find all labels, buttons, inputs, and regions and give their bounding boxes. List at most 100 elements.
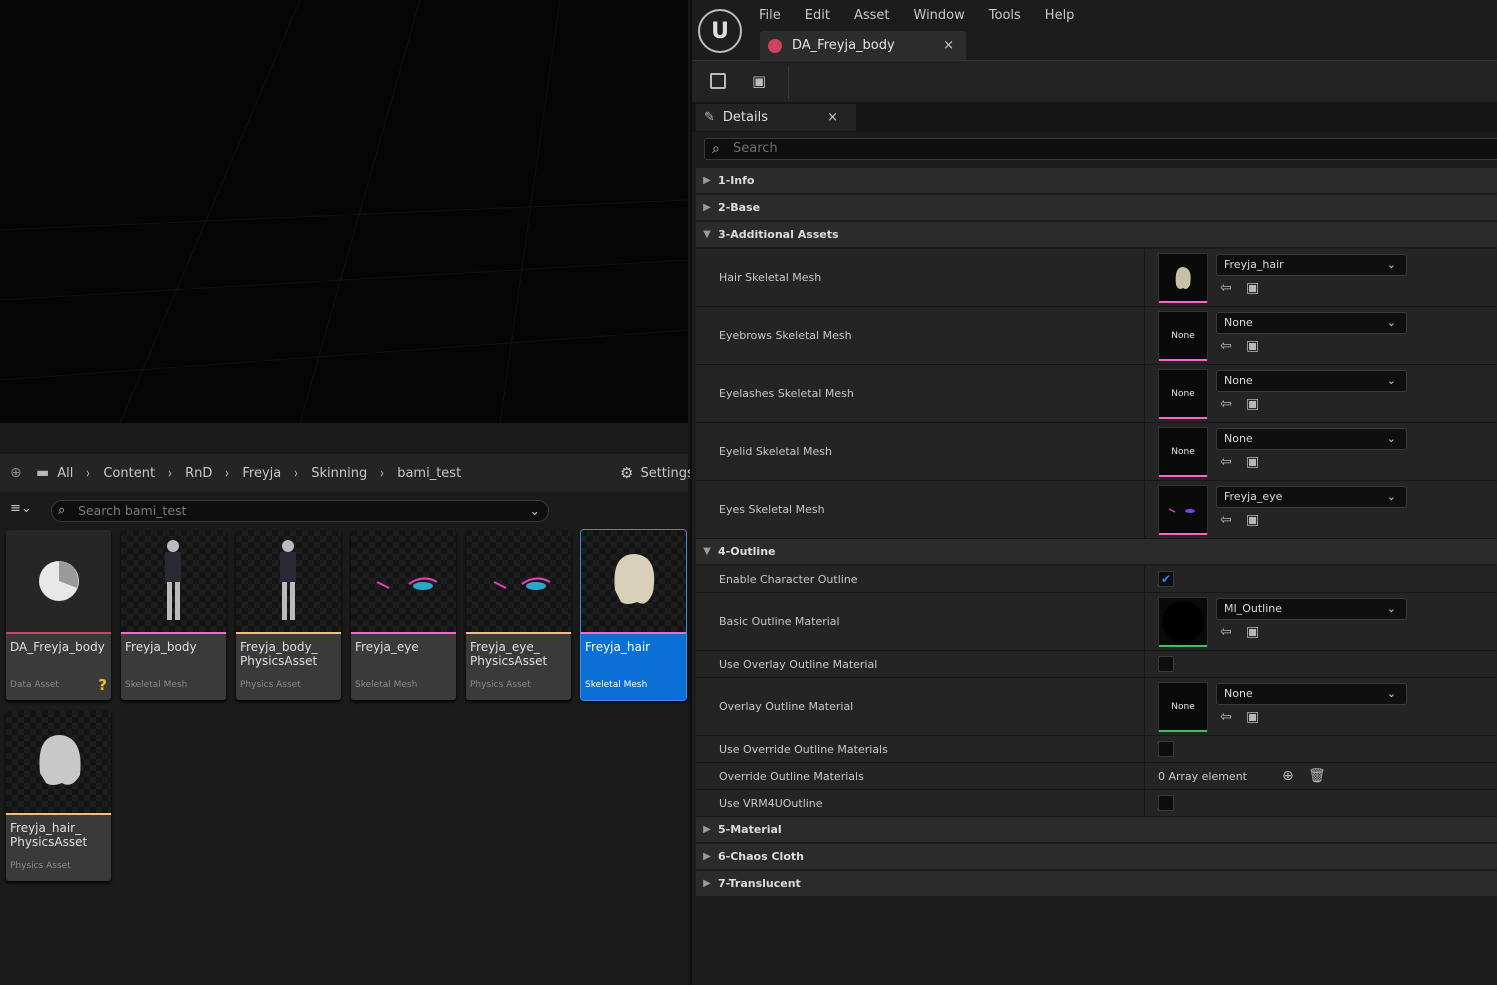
category-additional-assets[interactable]: ▼ 3-Additional Assets [696,222,1497,248]
asset-thumbnail[interactable]: None [1158,427,1208,477]
eyes-thumbnail [1168,508,1195,513]
content-search-input[interactable]: ⌕ Search bami_test ⌄ [51,500,549,522]
asset-thumbnail[interactable]: None [1158,369,1208,419]
asset-tile[interactable]: Freyja_body_ PhysicsAsset Physics Asset [236,530,341,700]
breadcrumb-item[interactable]: Freyja [242,466,281,481]
add-element-icon[interactable]: ⊕ [1282,768,1294,784]
asset-type: Data Asset [10,680,59,690]
property-row: Use VRM4UOutline [696,790,1497,817]
asset-thumbnail[interactable]: None [1158,311,1208,361]
search-icon: ⌕ [58,503,66,518]
category-chaos-cloth[interactable]: ▶ 6-Chaos Cloth [696,844,1497,870]
menu-window[interactable]: Window [902,8,977,23]
menu-file[interactable]: File [747,8,793,23]
breadcrumb-item[interactable]: RnD [185,466,212,481]
browse-icon[interactable]: ▣ [1246,454,1259,470]
asset-thumbnail[interactable] [1158,597,1208,647]
chevron-right-icon: › [225,464,230,482]
asset-type: Skeletal Mesh [125,680,188,690]
breadcrumb-item[interactable]: Content [103,466,155,481]
save-icon[interactable] [710,73,726,89]
asset-combo[interactable]: None ⌄ [1216,683,1407,705]
property-row: Eyebrows Skeletal Mesh None None ⌄ ⇦ ▣ [696,307,1497,365]
close-icon[interactable]: × [943,38,954,53]
asset-thumbnail[interactable] [1158,253,1208,303]
menu-edit[interactable]: Edit [793,8,842,23]
browse-icon[interactable]: ▣ [1246,396,1259,412]
breadcrumb-item[interactable]: bami_test [397,466,461,481]
asset-name: Freyja_body [125,640,197,654]
breadcrumb-item[interactable]: All [57,466,73,481]
asset-combo[interactable]: MI_Outline ⌄ [1216,598,1407,620]
property-row: Override Outline Materials 0 Array eleme… [696,763,1497,790]
menu-bar: File Edit Asset Window Tools Help [692,0,1497,30]
thumb-label: None [1171,389,1195,399]
material-sphere-thumbnail [1162,601,1204,643]
use-selected-icon[interactable]: ⇦ [1220,280,1232,296]
asset-combo[interactable]: None ⌄ [1216,370,1407,392]
asset-thumbnail[interactable]: None [1158,682,1208,732]
expand-arrow-icon: ▶ [703,175,711,186]
use-vrm-outline-checkbox[interactable] [1158,795,1174,811]
use-selected-icon[interactable]: ⇦ [1220,624,1232,640]
combo-value: None [1224,316,1253,329]
asset-tile[interactable]: Freyja_body Skeletal Mesh [121,530,226,700]
use-selected-icon[interactable]: ⇦ [1220,454,1232,470]
category-info[interactable]: ▶ 1-Info [696,168,1497,194]
menu-asset[interactable]: Asset [842,8,902,23]
browse-to-asset-icon[interactable]: ▣ [752,72,766,90]
unreal-logo-icon[interactable]: U [698,9,742,53]
asset-tile[interactable]: Freyja_hair_ PhysicsAsset Physics Asset [6,711,111,881]
category-base[interactable]: ▶ 2-Base [696,195,1497,221]
asset-thumbnail[interactable] [1158,485,1208,535]
expand-arrow-icon: ▶ [703,878,711,889]
breadcrumb-item[interactable]: Skinning [311,466,367,481]
filter-icon[interactable]: ≡⌄ [10,501,32,516]
chevron-down-icon[interactable]: ⌄ [530,501,540,521]
browse-icon[interactable]: ▣ [1246,512,1259,528]
combo-value: MI_Outline [1224,602,1283,615]
browse-icon[interactable]: ▣ [1246,624,1259,640]
array-count: 0 Array element [1158,770,1247,783]
property-label: Overlay Outline Material [719,700,854,713]
toolbar-divider [788,67,789,99]
folder-icon[interactable]: ▬ [36,465,49,481]
asset-combo[interactable]: None ⌄ [1216,312,1407,334]
asset-combo[interactable]: Freyja_hair ⌄ [1216,254,1407,276]
viewport[interactable] [0,0,689,424]
use-selected-icon[interactable]: ⇦ [1220,396,1232,412]
category-outline[interactable]: ▼ 4-Outline [696,539,1497,565]
use-selected-icon[interactable]: ⇦ [1220,338,1232,354]
category-label: 3-Additional Assets [718,228,839,241]
category-translucent[interactable]: ▶ 7-Translucent [696,871,1497,897]
asset-type: Skeletal Mesh [585,680,648,690]
combo-value: Freyja_hair [1224,258,1284,271]
browse-icon[interactable]: ▣ [1246,280,1259,296]
use-override-checkbox[interactable] [1158,741,1174,757]
search-icon: ⌕ [712,141,720,157]
asset-tile[interactable]: Freyja_eye Skeletal Mesh [351,530,456,700]
enable-outline-checkbox[interactable]: ✔ [1158,571,1174,587]
asset-name: Freyja_hair [585,640,651,654]
tab-details[interactable]: ✎ Details × [696,104,856,131]
use-selected-icon[interactable]: ⇦ [1220,709,1232,725]
chevron-down-icon: ⌄ [1386,490,1396,503]
history-icon[interactable]: ⊕ [10,465,30,481]
document-tab[interactable]: DA_Freyja_body × [760,31,966,60]
close-icon[interactable]: × [827,110,838,125]
browse-icon[interactable]: ▣ [1246,338,1259,354]
asset-combo[interactable]: Freyja_eye ⌄ [1216,486,1407,508]
use-overlay-checkbox[interactable] [1158,656,1174,672]
trash-icon[interactable]: 🗑 [1308,768,1326,784]
asset-tile-selected[interactable]: Freyja_hair Skeletal Mesh [580,529,687,701]
menu-help[interactable]: Help [1033,8,1087,23]
asset-combo[interactable]: None ⌄ [1216,428,1407,450]
asset-tile[interactable]: Freyja_eye_ PhysicsAsset Physics Asset [466,530,571,700]
category-material[interactable]: ▶ 5-Material [696,817,1497,843]
use-selected-icon[interactable]: ⇦ [1220,512,1232,528]
details-search-input[interactable]: ⌕ Search [704,138,1497,160]
asset-tile[interactable]: DA_Freyja_body Data Asset ? [6,530,111,700]
browse-icon[interactable]: ▣ [1246,709,1259,725]
menu-tools[interactable]: Tools [977,8,1033,23]
settings-button[interactable]: ⚙ Settings [620,464,694,482]
